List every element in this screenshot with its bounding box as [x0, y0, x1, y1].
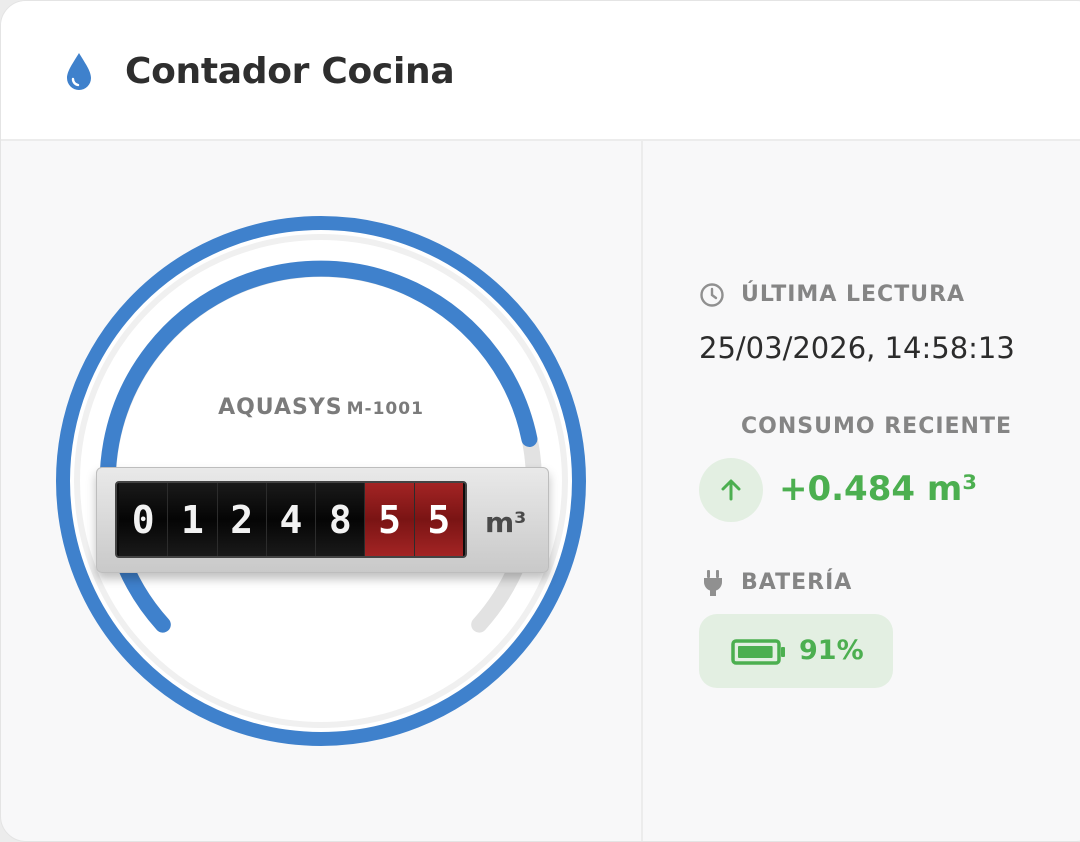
- odometer-digit-decimal: 5: [414, 483, 463, 556]
- odometer-digit: 1: [168, 483, 218, 556]
- last-reading-value: 25/03/2026, 14:58:13: [699, 331, 1015, 365]
- arrow-up-icon: [721, 479, 741, 501]
- odometer-digit: 0: [119, 483, 169, 556]
- last-reading-label: ÚLTIMA LECTURA: [741, 282, 966, 307]
- meter-brand-name: AQUASYS: [218, 395, 343, 420]
- panel-divider: [641, 141, 643, 841]
- battery-status: 91%: [699, 614, 893, 688]
- recent-consumption-label: CONSUMO RECIENTE: [741, 414, 1012, 439]
- odometer-digit: 2: [217, 483, 267, 556]
- odometer-digit-decimal: 5: [365, 483, 415, 556]
- meter-card: Contador Cocina AQUASYS M-1001 0 1 2 4 8 …: [0, 0, 1080, 842]
- card-header: Contador Cocina: [1, 1, 1080, 141]
- odometer-unit: m³: [485, 506, 527, 539]
- page-title: Contador Cocina: [125, 51, 455, 92]
- clock-icon: [700, 283, 724, 307]
- plug-icon: [704, 570, 722, 596]
- recent-consumption-value: +0.484 m³: [779, 469, 978, 509]
- battery-value: 91%: [799, 635, 864, 666]
- meter-model: M-1001: [346, 399, 424, 419]
- battery-fill: [738, 646, 773, 658]
- water-drop-icon: [67, 53, 91, 90]
- odometer-digit: 4: [266, 483, 317, 556]
- consumption-trend-badge: [699, 458, 763, 522]
- battery-icon: [731, 639, 785, 665]
- battery-label: BATERÍA: [741, 570, 853, 595]
- meter-brand: AQUASYS M-1001: [161, 393, 481, 424]
- odometer-drums: 0 1 2 4 8 5 5: [115, 481, 467, 558]
- odometer-digit: 8: [316, 483, 366, 556]
- odometer-counter: 0 1 2 4 8 5 5 m³: [96, 467, 549, 573]
